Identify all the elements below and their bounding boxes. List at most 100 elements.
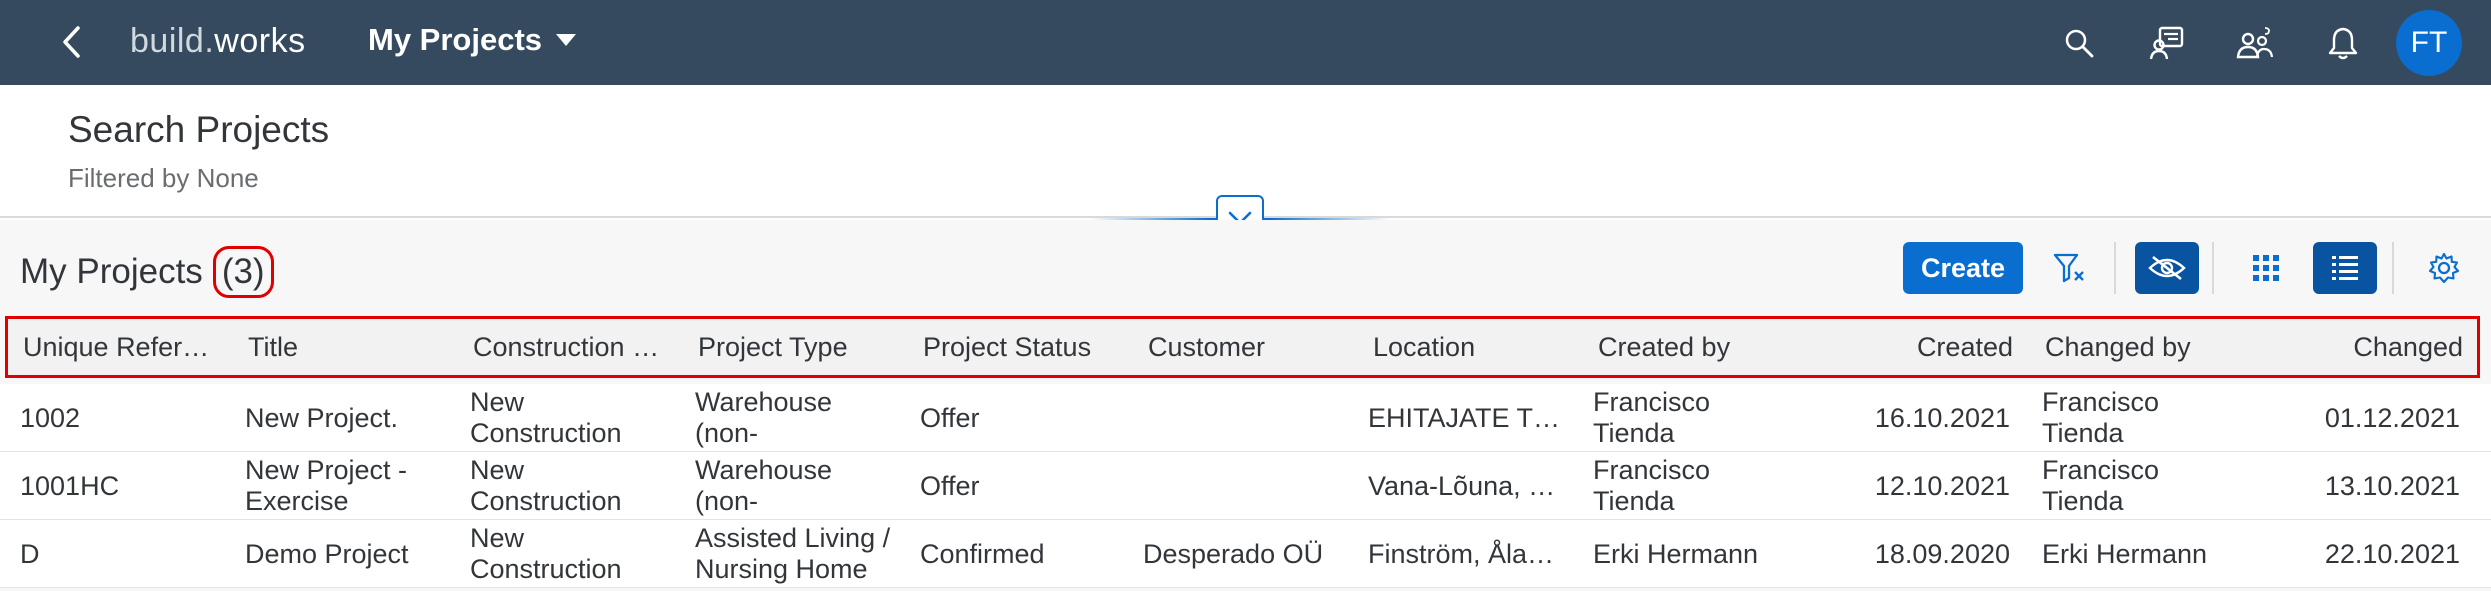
- user-avatar[interactable]: FT: [2396, 10, 2462, 76]
- column-header-created[interactable]: Created: [1818, 319, 2013, 375]
- cell-created-by: Francisco Tienda: [1593, 452, 1768, 520]
- cell-title: New Project - Exercise: [245, 452, 435, 520]
- cell-project-status: Offer: [920, 384, 1120, 452]
- column-header-changed[interactable]: Changed: [2268, 319, 2463, 375]
- cell-created-by: Francisco Tienda: [1593, 384, 1768, 452]
- cell-unique-reference: D: [20, 520, 230, 588]
- notifications-button[interactable]: [2320, 20, 2366, 66]
- list-view-button[interactable]: [2313, 242, 2377, 294]
- column-header-construction[interactable]: Construction …: [473, 319, 678, 375]
- table-title-text: My Projects: [20, 252, 203, 291]
- cell-location: EHITAJATE T…: [1368, 384, 1568, 452]
- gear-icon: [2428, 252, 2460, 284]
- column-header-location[interactable]: Location: [1373, 319, 1573, 375]
- cell-changed: 01.12.2021: [2260, 384, 2460, 452]
- cell-text: 12.10.2021: [1874, 470, 2010, 501]
- cell-location: Vana-Lõuna, …: [1368, 452, 1568, 520]
- page-title: Search Projects: [68, 109, 330, 150]
- cell-customer: [1143, 452, 1348, 520]
- cell-text: Erki Hermann: [2042, 538, 2208, 569]
- cell-text: Erki Hermann: [1593, 538, 1759, 569]
- cell-customer: [1143, 384, 1348, 452]
- table-settings-button[interactable]: [2414, 242, 2474, 294]
- list-icon: [2332, 256, 2358, 280]
- grid-view-button[interactable]: [2236, 242, 2296, 294]
- cell-text: New Construction: [470, 387, 622, 448]
- toolbar-separator: [2212, 242, 2214, 294]
- hide-show-toggle-button[interactable]: [2135, 242, 2199, 294]
- content-area: My Projects (3) Create Unique Refer… Tit…: [0, 220, 2491, 591]
- column-header-project-status[interactable]: Project Status: [923, 319, 1123, 375]
- cell-changed: 22.10.2021: [2260, 520, 2460, 588]
- cell-text: Warehouse (non-: [695, 455, 833, 516]
- cell-text: New Construction: [470, 455, 622, 516]
- create-button[interactable]: Create: [1903, 242, 2023, 294]
- table-header-row: Unique Refer… Title Construction … Proje…: [5, 316, 2480, 378]
- cell-text: Offer: [920, 470, 980, 501]
- cell-text: 18.09.2020: [1874, 538, 2010, 569]
- back-button[interactable]: [48, 14, 96, 70]
- cell-text: Francisco Tienda: [1593, 387, 1711, 448]
- table-row[interactable]: 1001HC New Project - Exercise New Constr…: [0, 452, 2491, 520]
- app-title-menu[interactable]: My Projects: [368, 22, 577, 58]
- app-title: My Projects: [368, 22, 543, 57]
- team-icon: [2236, 27, 2274, 59]
- cell-construction: New Construction: [470, 520, 640, 588]
- cell-project-type: Warehouse (non-: [695, 384, 870, 452]
- cell-changed-by: Francisco Tienda: [2042, 452, 2217, 520]
- cell-text: Desperado OÜ: [1143, 538, 1324, 569]
- cell-text: Demo Project: [245, 538, 409, 569]
- cell-project-type: Assisted Living / Nursing Home: [695, 520, 895, 588]
- bell-icon: [2328, 27, 2358, 60]
- column-header-created-by[interactable]: Created by: [1598, 319, 1798, 375]
- cell-text: 16.10.2021: [1874, 402, 2010, 433]
- column-header-unique-reference[interactable]: Unique Refer…: [23, 319, 233, 375]
- cell-text: 1002: [20, 402, 81, 433]
- cell-text: Vana-Lõuna, …: [1368, 470, 1556, 501]
- cell-text: Warehouse (non-: [695, 387, 833, 448]
- clear-filter-button[interactable]: [2040, 242, 2100, 294]
- cell-changed: 13.10.2021: [2260, 452, 2460, 520]
- cell-text: Francisco Tienda: [2042, 455, 2160, 516]
- cell-text: 13.10.2021: [2324, 470, 2460, 501]
- cell-title: New Project.: [245, 384, 445, 452]
- search-button[interactable]: [2056, 20, 2102, 66]
- chevron-left-icon: [63, 26, 80, 58]
- hide-icon: [2148, 255, 2186, 281]
- column-header-project-type[interactable]: Project Type: [698, 319, 898, 375]
- cell-location: Finström, Åla…: [1368, 520, 1568, 588]
- feedback-button[interactable]: [2144, 20, 2190, 66]
- clear-filter-icon: [2053, 253, 2084, 283]
- caret-down-icon: [556, 34, 577, 46]
- cell-construction: New Construction: [470, 384, 640, 452]
- toolbar-separator: [2392, 242, 2394, 294]
- cell-text: 22.10.2021: [2324, 538, 2460, 569]
- cell-created: 18.09.2020: [1810, 520, 2010, 588]
- item-count-badge: (3): [212, 246, 274, 298]
- cell-changed-by: Erki Hermann: [2042, 520, 2242, 588]
- column-header-customer[interactable]: Customer: [1148, 319, 1348, 375]
- cell-created: 12.10.2021: [1810, 452, 2010, 520]
- cell-project-status: Offer: [920, 452, 1120, 520]
- column-header-title[interactable]: Title: [248, 319, 448, 375]
- cell-text: Finström, Åla…: [1368, 538, 1555, 569]
- cell-text: Francisco Tienda: [1593, 455, 1711, 516]
- cell-text: 1001HC: [20, 470, 120, 501]
- cell-construction: New Construction: [470, 452, 640, 520]
- shell-bar: build.works My Projects FT: [0, 0, 2491, 85]
- search-icon: [2065, 29, 2094, 58]
- filter-summary: Filtered by None: [68, 163, 259, 193]
- table-row[interactable]: D Demo Project New Construction Assisted…: [0, 520, 2491, 588]
- brand-part-b: works: [214, 22, 306, 60]
- table-row[interactable]: 1002 New Project. New Construction Wareh…: [0, 384, 2491, 452]
- cell-unique-reference: 1001HC: [20, 452, 230, 520]
- team-button[interactable]: [2232, 20, 2278, 66]
- cell-text: Confirmed: [920, 538, 1045, 569]
- table-title: My Projects (3): [20, 246, 274, 298]
- brand-logo[interactable]: build.works: [130, 22, 306, 61]
- cell-text: D: [20, 538, 40, 569]
- cell-unique-reference: 1002: [20, 384, 230, 452]
- cell-title: Demo Project: [245, 520, 445, 588]
- cell-customer: Desperado OÜ: [1143, 520, 1348, 588]
- column-header-changed-by[interactable]: Changed by: [2045, 319, 2245, 375]
